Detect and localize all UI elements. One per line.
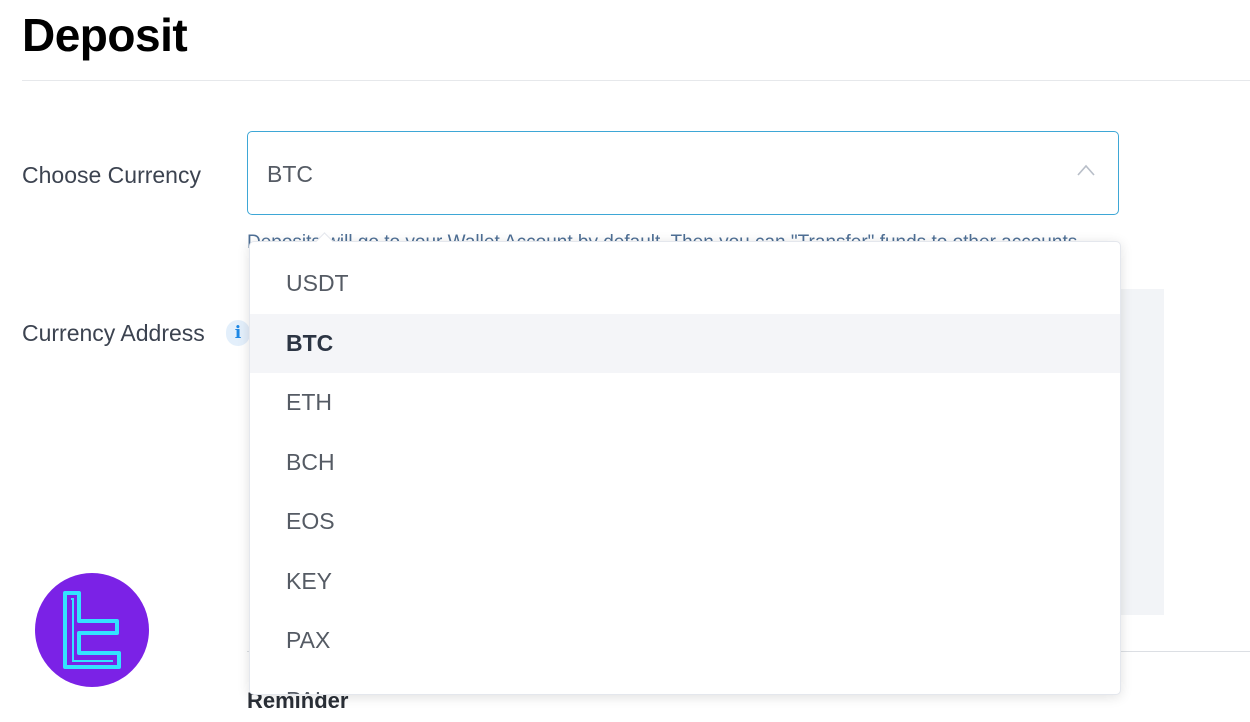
chevron-up-icon — [1077, 164, 1095, 176]
currency-select[interactable]: BTC — [247, 131, 1119, 215]
currency-option-eth[interactable]: ETH — [250, 373, 1120, 433]
page-title: Deposit — [22, 9, 188, 61]
deposit-page: Deposit Choose Currency BTC Deposits wil… — [0, 0, 1250, 722]
currency-option-key[interactable]: KEY — [250, 552, 1120, 612]
tradingfinder-logo — [35, 573, 149, 687]
currency-dropdown: USDT BTC ETH BCH EOS KEY PAX PAL — [249, 241, 1121, 695]
currency-select-value: BTC — [267, 161, 313, 187]
currency-option-eos[interactable]: EOS — [250, 492, 1120, 552]
currency-address-label: Currency Address — [22, 320, 205, 346]
info-icon[interactable]: i — [226, 320, 250, 346]
currency-option-pal[interactable]: PAL — [250, 671, 1120, 695]
logo-mark-icon — [63, 591, 121, 669]
title-divider — [22, 80, 1250, 81]
choose-currency-label: Choose Currency — [22, 162, 201, 188]
currency-option-bch[interactable]: BCH — [250, 433, 1120, 493]
currency-option-usdt[interactable]: USDT — [250, 254, 1120, 314]
currency-option-btc[interactable]: BTC — [250, 313, 1120, 373]
currency-option-pax[interactable]: PAX — [250, 611, 1120, 671]
